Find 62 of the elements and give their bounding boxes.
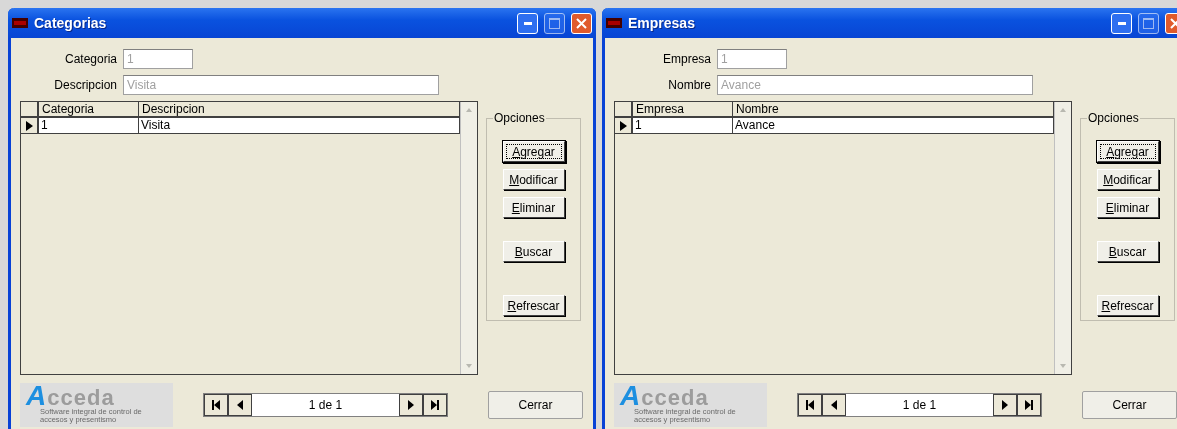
window-title: Categorias — [34, 15, 108, 31]
first-icon — [211, 399, 221, 411]
next-icon — [1000, 399, 1010, 411]
table-cell: Visita — [139, 118, 460, 134]
first-record-button[interactable] — [204, 394, 228, 416]
column-header[interactable]: Descripcion — [139, 102, 460, 118]
maximize-icon — [1143, 17, 1154, 29]
last-icon — [430, 399, 440, 411]
app-icon — [12, 18, 28, 28]
option-button[interactable]: Eliminar — [1096, 197, 1159, 218]
previous-record-button[interactable] — [822, 394, 846, 416]
maximize-button[interactable] — [544, 12, 565, 34]
previous-icon — [235, 399, 245, 411]
minimize-icon — [523, 21, 532, 25]
field-label: Nombre — [667, 78, 712, 92]
option-button[interactable]: Agregar — [502, 141, 565, 162]
table-cell: 1 — [39, 118, 139, 134]
record-position: 1 de 1 — [901, 397, 938, 414]
logo-name: Acceda — [620, 386, 709, 408]
group-title: Opciones — [1087, 111, 1140, 125]
next-icon — [406, 399, 416, 411]
minimize-button[interactable] — [517, 12, 538, 34]
last-icon — [1024, 399, 1034, 411]
first-icon — [805, 399, 815, 411]
previous-icon — [829, 399, 839, 411]
logo-name: Acceda — [26, 386, 115, 408]
option-button[interactable]: Refrescar — [502, 295, 565, 316]
next-record-button[interactable] — [993, 394, 1017, 416]
first-record-button[interactable] — [798, 394, 822, 416]
column-header[interactable]: Categoria — [39, 102, 139, 118]
row-pointer-icon — [618, 119, 628, 132]
maximize-icon — [549, 17, 560, 29]
option-button[interactable]: Modificar — [1096, 169, 1159, 190]
table-cell: 1 — [633, 118, 733, 134]
last-record-button[interactable] — [1017, 394, 1041, 416]
option-button[interactable]: Buscar — [1096, 241, 1159, 262]
window-title: Empresas — [628, 15, 696, 31]
close-dialog-button[interactable]: Cerrar — [488, 391, 583, 419]
option-button[interactable]: Modificar — [502, 169, 565, 190]
app-icon — [606, 18, 622, 28]
minimize-icon — [1117, 21, 1126, 25]
option-button[interactable]: Refrescar — [1096, 295, 1159, 316]
minimize-button[interactable] — [1111, 12, 1132, 34]
option-button[interactable]: Buscar — [502, 241, 565, 262]
option-button[interactable]: Agregar — [1096, 141, 1159, 162]
field-label: Categoria — [63, 52, 118, 66]
column-header[interactable]: Nombre — [733, 102, 1054, 118]
next-record-button[interactable] — [399, 394, 423, 416]
last-record-button[interactable] — [423, 394, 447, 416]
record-position: 1 de 1 — [307, 397, 344, 414]
maximize-button[interactable] — [1138, 12, 1159, 34]
close-dialog-button[interactable]: Cerrar — [1082, 391, 1177, 419]
table-cell: Avance — [733, 118, 1054, 134]
close-icon — [576, 17, 587, 29]
option-button[interactable]: Eliminar — [502, 197, 565, 218]
column-header[interactable]: Empresa — [633, 102, 733, 118]
group-title: Opciones — [493, 111, 546, 125]
field-label: Empresa — [661, 52, 712, 66]
previous-record-button[interactable] — [228, 394, 252, 416]
field-label: Descripcion — [53, 78, 118, 92]
row-pointer-icon — [24, 119, 34, 132]
close-button[interactable] — [571, 12, 592, 34]
